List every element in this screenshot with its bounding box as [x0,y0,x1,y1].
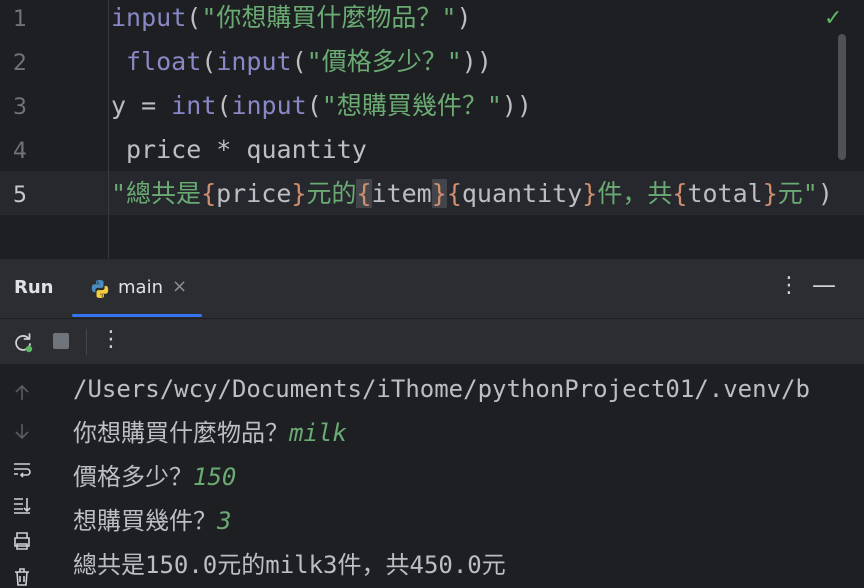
code-editor[interactable]: 1 2 3 4 5 input("你想購買什麼物品？") float(input… [0,0,864,258]
code-string: "價格多少？" [306,47,462,76]
more-options-icon[interactable]: ⋮ [778,273,800,298]
code-token: quantity [461,179,583,208]
code-token: )) [461,47,492,76]
user-input-value: milk [289,419,347,447]
print-icon[interactable] [11,530,33,552]
editor-scrollbar[interactable] [838,34,846,160]
more-options-icon[interactable]: ⋮ [100,327,122,352]
code-line-3[interactable]: y = int(input("想購買幾件？")) [111,84,532,128]
arrow-down-icon[interactable] [11,420,33,442]
code-string: 元的 [306,179,357,208]
close-icon[interactable]: × [172,276,187,297]
code-token: ( [291,47,307,76]
code-token: ( [186,3,202,32]
code-token: float [126,47,202,76]
code-brace: { [446,179,462,208]
code-token: int [171,91,217,120]
code-string: "你想購買什麼物品？" [201,3,457,32]
console-output[interactable]: /Users/wcy/Documents/iThome/pythonProjec… [0,364,864,588]
run-toolbar: ⋮ [0,318,864,365]
line-number: 5 [13,183,27,208]
code-token: ( [306,91,322,120]
code-token: input [111,3,187,32]
console-path-line: /Users/wcy/Documents/iThome/pythonProjec… [73,375,810,403]
code-string: 元" [777,179,818,208]
code-brace: } [762,179,778,208]
stop-icon[interactable] [53,333,69,349]
code-brace: { [201,179,217,208]
tab-label: main [118,277,163,298]
code-brace: } [431,179,447,208]
soft-wrap-icon[interactable] [11,458,33,480]
tab-active-indicator [72,314,202,317]
code-brace: } [291,179,307,208]
python-icon [91,280,109,298]
code-token: ( [216,91,232,120]
line-number: 2 [13,51,27,76]
code-string: "想購買幾件？" [321,91,502,120]
console-result-line: 總共是150.0元的milk3件，共450.0元 [73,551,506,579]
arrow-up-icon[interactable] [11,382,33,404]
user-input-value: 150 [193,463,237,491]
line-number: 4 [13,139,27,164]
prompt-text: 想購買幾件？ [73,507,217,535]
console-prompt-line: 價格多少？150 [73,457,236,497]
code-line-2[interactable]: float(input("價格多少？")) [126,40,492,84]
minimize-icon[interactable]: — [812,271,836,299]
code-token: input [216,47,292,76]
code-token: ) [817,179,833,208]
code-line-1[interactable]: input("你想購買什麼物品？") [111,0,472,40]
prompt-text: 價格多少？ [73,463,193,491]
code-token: ( [201,47,217,76]
code-token: input [231,91,307,120]
tab-main[interactable]: main × [72,259,202,319]
indent-guide [108,0,109,258]
run-title: Run [14,277,54,298]
user-input-value: 3 [217,507,232,535]
rerun-icon[interactable] [12,331,34,353]
toolbar-divider [86,329,87,355]
prompt-text: 你想購買什麼物品？ [73,419,289,447]
code-token: price [216,179,292,208]
code-line-4[interactable]: price * quantity [126,128,367,172]
checkmark-icon[interactable]: ✓ [824,6,842,31]
run-tool-window-header: Run main × ⋮ — [0,258,864,319]
code-brace: { [672,179,688,208]
console-side-toolbar [0,364,44,588]
line-number: 1 [13,7,27,32]
console-prompt-line: 你想購買什麼物品？milk [73,413,347,453]
code-token: y = [111,91,172,120]
line-number: 3 [13,95,27,120]
code-token: ) [456,3,472,32]
code-line-5[interactable]: "總共是{price}元的{item}{quantity}件，共{total}元… [111,172,833,216]
code-string: "總共是 [111,179,202,208]
code-token: )) [501,91,532,120]
scroll-to-end-icon[interactable] [11,494,33,516]
code-token: item [371,179,432,208]
code-string: 件，共 [597,179,673,208]
trash-icon[interactable] [11,566,33,588]
code-token: total [687,179,763,208]
code-brace: } [582,179,598,208]
code-brace: { [356,179,372,208]
console-prompt-line: 想購買幾件？3 [73,501,231,541]
